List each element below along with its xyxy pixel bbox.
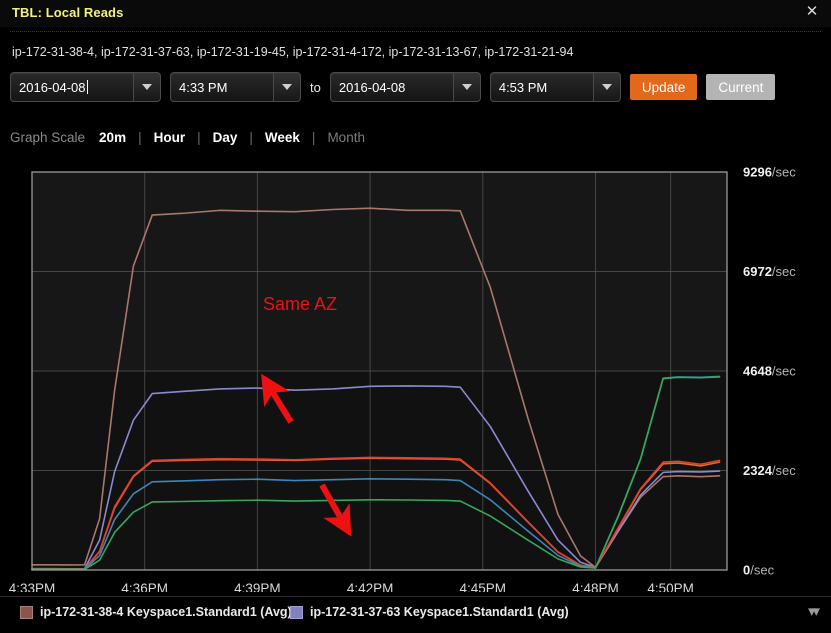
- x-axis-tick-label: 4:39PM: [234, 581, 281, 592]
- chevron-down-icon: [142, 84, 152, 90]
- start-time-combo[interactable]: 4:33 PM: [170, 72, 301, 102]
- graph-scale-selector: Graph Scale 20m | Hour | Day | Week | Mo…: [10, 130, 365, 145]
- start-date-value: 2016-04-08: [19, 79, 86, 95]
- end-time-combo[interactable]: 4:53 PM: [489, 72, 621, 102]
- start-time-input[interactable]: 4:33 PM: [171, 73, 273, 101]
- scale-separator: |: [197, 130, 201, 145]
- legend-item[interactable]: ip-172-31-37-63 Keyspace1.Standard1 (Avg…: [290, 605, 569, 619]
- chevron-down-icon: [282, 84, 292, 90]
- time-range-controls: 2016-04-08 4:33 PM to 2016-04-08 4:53 PM…: [10, 72, 776, 102]
- text-cursor: [86, 80, 88, 94]
- scale-option-day[interactable]: Day: [213, 130, 238, 145]
- legend-color-swatch: [290, 605, 303, 619]
- end-time-dropdown-button[interactable]: [592, 73, 620, 101]
- x-axis-tick-label: 4:42PM: [347, 581, 394, 592]
- y-axis-tick-label: 9296/sec: [743, 165, 796, 180]
- start-time-dropdown-button[interactable]: [273, 73, 300, 101]
- legend-item-label: ip-172-31-38-4 Keyspace1.Standard1 (Avg): [40, 605, 292, 619]
- x-axis-tick-label: 4:48PM: [572, 581, 619, 592]
- current-button[interactable]: Current: [706, 74, 776, 100]
- host-list-label: ip-172-31-38-4, ip-172-31-37-63, ip-172-…: [12, 45, 574, 59]
- end-date-input[interactable]: 2016-04-08: [331, 73, 453, 101]
- y-axis-tick-label: 6972/sec: [743, 264, 796, 279]
- page-title: TBL: Local Reads: [12, 5, 124, 20]
- scale-option-hour[interactable]: Hour: [154, 130, 186, 145]
- end-date-value: 2016-04-08: [338, 79, 406, 95]
- start-date-combo[interactable]: 2016-04-08: [10, 72, 161, 102]
- close-icon[interactable]: ✕: [803, 3, 821, 21]
- scale-option-20m[interactable]: 20m: [99, 130, 126, 145]
- scale-separator: |: [138, 130, 142, 145]
- chevron-down-icon: [601, 84, 612, 90]
- metrics-line-chart: 0/sec 2324/sec 4648/sec 6972/sec 9296/sec 4:…: [9, 165, 797, 593]
- x-axis-tick-label: 4:36PM: [121, 581, 168, 592]
- update-button[interactable]: Update: [629, 74, 698, 100]
- end-date-dropdown-button[interactable]: [452, 73, 480, 101]
- end-time-input[interactable]: 4:53 PM: [491, 73, 593, 101]
- end-time-value: 4:53 PM: [498, 79, 548, 95]
- to-label: to: [310, 79, 321, 95]
- y-axis-tick-label: 4648/sec: [743, 364, 796, 379]
- chevron-double-down-icon[interactable]: ▾▾: [808, 604, 820, 620]
- y-axis-tick-label: 0/sec: [743, 563, 775, 578]
- y-axis-tick-labels: 0/sec 2324/sec 4648/sec 6972/sec 9296/sec: [743, 165, 796, 578]
- start-date-dropdown-button[interactable]: [133, 73, 160, 101]
- x-axis-tick-labels: 4:33PM 4:36PM 4:39PM 4:42PM 4:45PM 4:48PM 4:50…: [9, 581, 694, 592]
- end-date-combo[interactable]: 2016-04-08: [329, 72, 481, 102]
- chevron-down-icon: [461, 84, 472, 90]
- y-axis-tick-label: 2324/sec: [743, 463, 796, 478]
- scale-separator: |: [249, 130, 253, 145]
- chart-legend: ip-172-31-38-4 Keyspace1.Standard1 (Avg)…: [0, 596, 831, 633]
- legend-color-swatch: [20, 605, 33, 619]
- graph-scale-label: Graph Scale: [10, 130, 86, 145]
- start-time-value: 4:33 PM: [179, 79, 228, 95]
- x-axis-tick-label: 4:33PM: [9, 581, 56, 592]
- x-axis-tick-label: 4:45PM: [460, 581, 507, 592]
- legend-item-label: ip-172-31-37-63 Keyspace1.Standard1 (Avg…: [310, 605, 569, 619]
- x-axis-tick-label: 4:50PM: [647, 581, 694, 592]
- chart-container: 0/sec 2324/sec 4648/sec 6972/sec 9296/sec 4:…: [0, 160, 831, 593]
- scale-option-month[interactable]: Month: [327, 130, 365, 145]
- legend-item[interactable]: ip-172-31-38-4 Keyspace1.Standard1 (Avg): [20, 605, 292, 619]
- scale-separator: |: [311, 130, 316, 145]
- title-divider: [10, 31, 821, 32]
- start-date-input[interactable]: 2016-04-08: [11, 73, 133, 101]
- window-titlebar: TBL: Local Reads ✕: [0, 0, 831, 27]
- annotation-label: Same AZ: [263, 294, 337, 314]
- scale-option-week[interactable]: Week: [265, 130, 300, 145]
